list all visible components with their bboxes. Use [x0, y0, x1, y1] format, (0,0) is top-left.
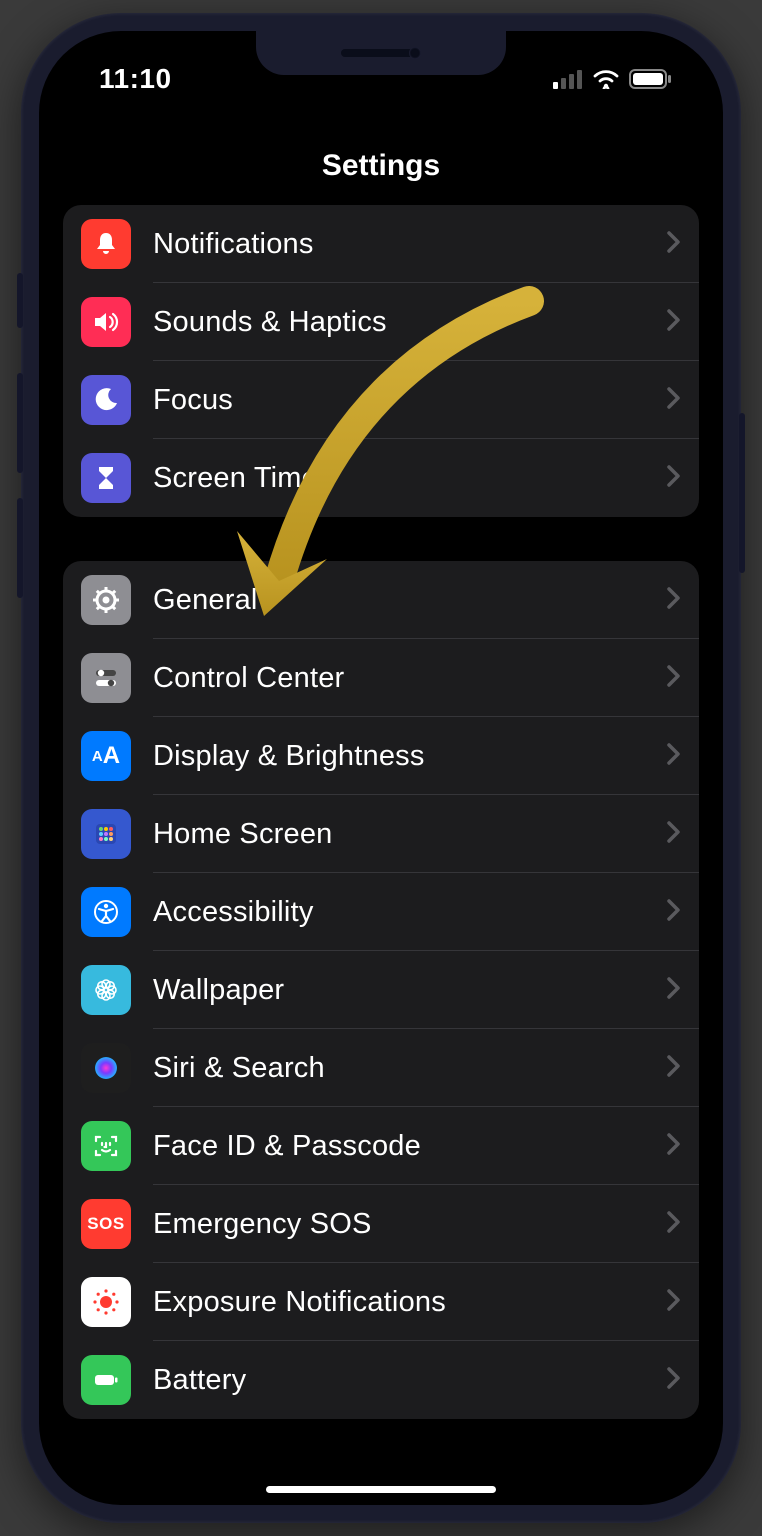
cellular-icon	[553, 69, 583, 89]
chevron-right-icon	[667, 228, 681, 260]
battery-status-icon	[629, 69, 673, 89]
row-label: Exposure Notifications	[153, 1286, 667, 1319]
home-indicator[interactable]	[266, 1486, 496, 1493]
row-faceid-passcode[interactable]: Face ID & Passcode	[63, 1107, 699, 1185]
siri-icon	[81, 1043, 131, 1093]
bell-icon	[81, 219, 131, 269]
chevron-right-icon	[667, 818, 681, 850]
settings-section: General Control Center	[63, 561, 699, 1419]
chevron-right-icon	[667, 974, 681, 1006]
text-size-icon: AA	[81, 731, 131, 781]
row-accessibility[interactable]: Accessibility	[63, 873, 699, 951]
row-screen-time[interactable]: Screen Time	[63, 439, 699, 517]
row-label: Emergency SOS	[153, 1208, 667, 1241]
row-label: Sounds & Haptics	[153, 306, 667, 339]
row-label: Focus	[153, 384, 667, 417]
chevron-right-icon	[667, 384, 681, 416]
moon-icon	[81, 375, 131, 425]
grid-icon	[81, 809, 131, 859]
row-label: Notifications	[153, 228, 667, 261]
row-general[interactable]: General	[63, 561, 699, 639]
wifi-icon	[592, 69, 620, 89]
screen: 11:10 Settings	[39, 31, 723, 1505]
chevron-right-icon	[667, 1130, 681, 1162]
row-label: Display & Brightness	[153, 740, 667, 773]
chevron-right-icon	[667, 896, 681, 928]
row-label: Siri & Search	[153, 1052, 667, 1085]
exposure-icon	[81, 1277, 131, 1327]
chevron-right-icon	[667, 1208, 681, 1240]
chevron-right-icon	[667, 1364, 681, 1396]
row-control-center[interactable]: Control Center	[63, 639, 699, 717]
row-home-screen[interactable]: Home Screen	[63, 795, 699, 873]
row-label: General	[153, 584, 667, 617]
volume-down-button	[17, 498, 23, 598]
settings-section: Notifications Sounds & Haptics	[63, 205, 699, 517]
row-label: Wallpaper	[153, 974, 667, 1007]
phone-frame: 11:10 Settings	[21, 13, 741, 1523]
row-sounds-haptics[interactable]: Sounds & Haptics	[63, 283, 699, 361]
power-button	[739, 413, 745, 573]
accessibility-icon	[81, 887, 131, 937]
flower-icon	[81, 965, 131, 1015]
faceid-icon	[81, 1121, 131, 1171]
gear-icon	[81, 575, 131, 625]
chevron-right-icon	[667, 462, 681, 494]
row-focus[interactable]: Focus	[63, 361, 699, 439]
chevron-right-icon	[667, 740, 681, 772]
row-label: Accessibility	[153, 896, 667, 929]
row-label: Screen Time	[153, 462, 667, 495]
chevron-right-icon	[667, 584, 681, 616]
row-label: Face ID & Passcode	[153, 1130, 667, 1163]
row-label: Home Screen	[153, 818, 667, 851]
switches-icon	[81, 653, 131, 703]
row-label: Battery	[153, 1364, 667, 1397]
mute-switch	[17, 273, 23, 328]
volume-up-button	[17, 373, 23, 473]
front-camera	[409, 47, 421, 59]
speaker-icon	[81, 297, 131, 347]
row-wallpaper[interactable]: Wallpaper	[63, 951, 699, 1029]
chevron-right-icon	[667, 306, 681, 338]
content: Settings Notifications	[39, 31, 723, 1505]
row-notifications[interactable]: Notifications	[63, 205, 699, 283]
row-emergency-sos[interactable]: SOS Emergency SOS	[63, 1185, 699, 1263]
status-time: 11:10	[99, 63, 172, 95]
battery-icon	[81, 1355, 131, 1405]
sos-icon: SOS	[81, 1199, 131, 1249]
row-display-brightness[interactable]: AA Display & Brightness	[63, 717, 699, 795]
hourglass-icon	[81, 453, 131, 503]
chevron-right-icon	[667, 1286, 681, 1318]
page-title: Settings	[39, 131, 723, 205]
row-exposure-notifications[interactable]: Exposure Notifications	[63, 1263, 699, 1341]
row-battery[interactable]: Battery	[63, 1341, 699, 1419]
status-icons	[553, 69, 673, 89]
chevron-right-icon	[667, 1052, 681, 1084]
row-siri-search[interactable]: Siri & Search	[63, 1029, 699, 1107]
row-label: Control Center	[153, 662, 667, 695]
notch	[256, 31, 506, 75]
chevron-right-icon	[667, 662, 681, 694]
